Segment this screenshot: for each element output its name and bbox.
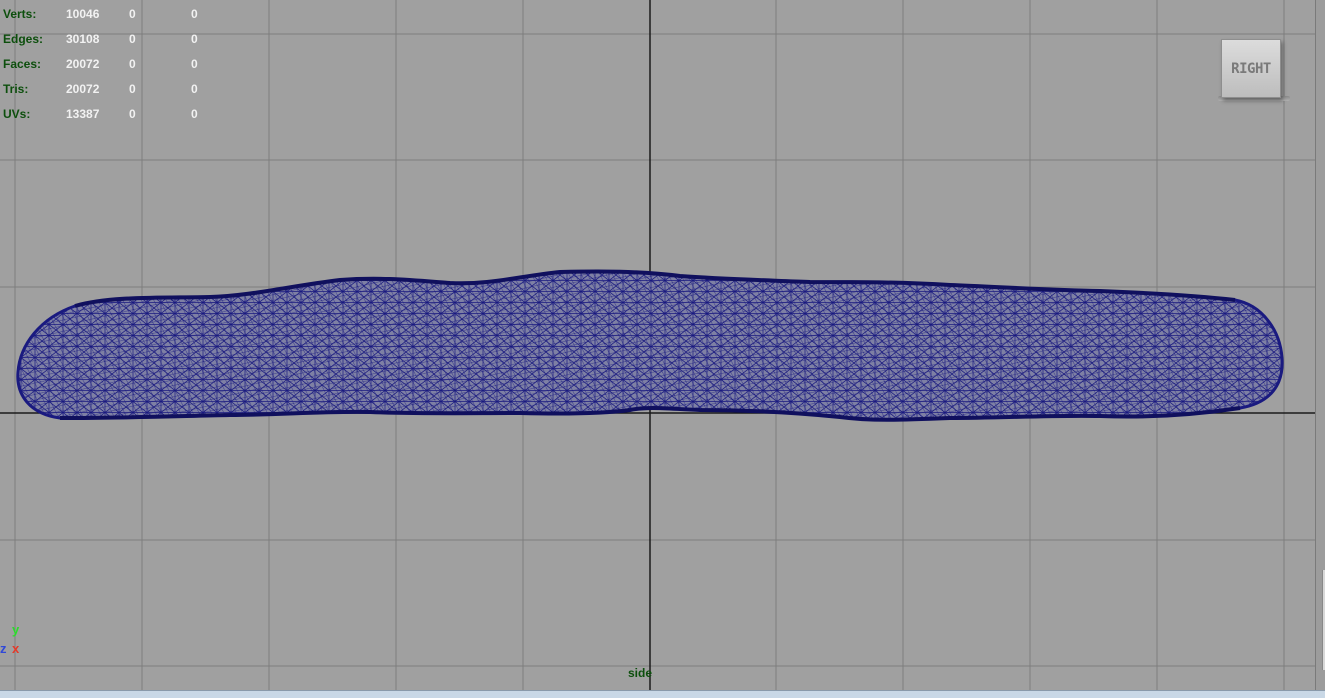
hud-value: 0 <box>191 82 198 96</box>
view-cube-right-button[interactable]: RIGHT <box>1221 39 1281 98</box>
hud-value: 13387 <box>66 107 100 121</box>
hud-value: 0 <box>129 82 136 96</box>
hud-value: 0 <box>129 57 136 71</box>
axis-z-label: z <box>0 641 7 656</box>
hud-value: 20072 <box>66 57 100 71</box>
axis-y-label: y <box>12 622 20 637</box>
viewport-panel[interactable]: Verts: 10046 0 0 Edges: 30108 0 0 Faces:… <box>0 0 1315 690</box>
hud-label: Edges: <box>3 32 44 46</box>
hud-label: UVs: <box>3 107 31 121</box>
hud-value: 10046 <box>66 7 100 21</box>
hud-label: Faces: <box>3 57 42 71</box>
hud-label: Tris: <box>3 82 29 96</box>
camera-name-label: side <box>628 666 653 680</box>
hud-value: 0 <box>191 7 198 21</box>
hud-value: 20072 <box>66 82 100 96</box>
mesh-body-overlay <box>17 271 1283 420</box>
mesh-wireframe[interactable] <box>16 269 1284 422</box>
axis-x-label: x <box>12 641 20 656</box>
hud-value: 0 <box>191 57 198 71</box>
hud-label: Verts: <box>3 7 37 21</box>
hud-value: 0 <box>191 107 198 121</box>
panel-right-edge <box>1315 0 1325 697</box>
hud-value: 0 <box>129 32 136 46</box>
hud-value: 0 <box>191 32 198 46</box>
hud-value: 30108 <box>66 32 100 46</box>
hud-value: 0 <box>129 107 136 121</box>
hud-value: 0 <box>129 7 136 21</box>
axis-indicator: y z x <box>0 620 30 665</box>
